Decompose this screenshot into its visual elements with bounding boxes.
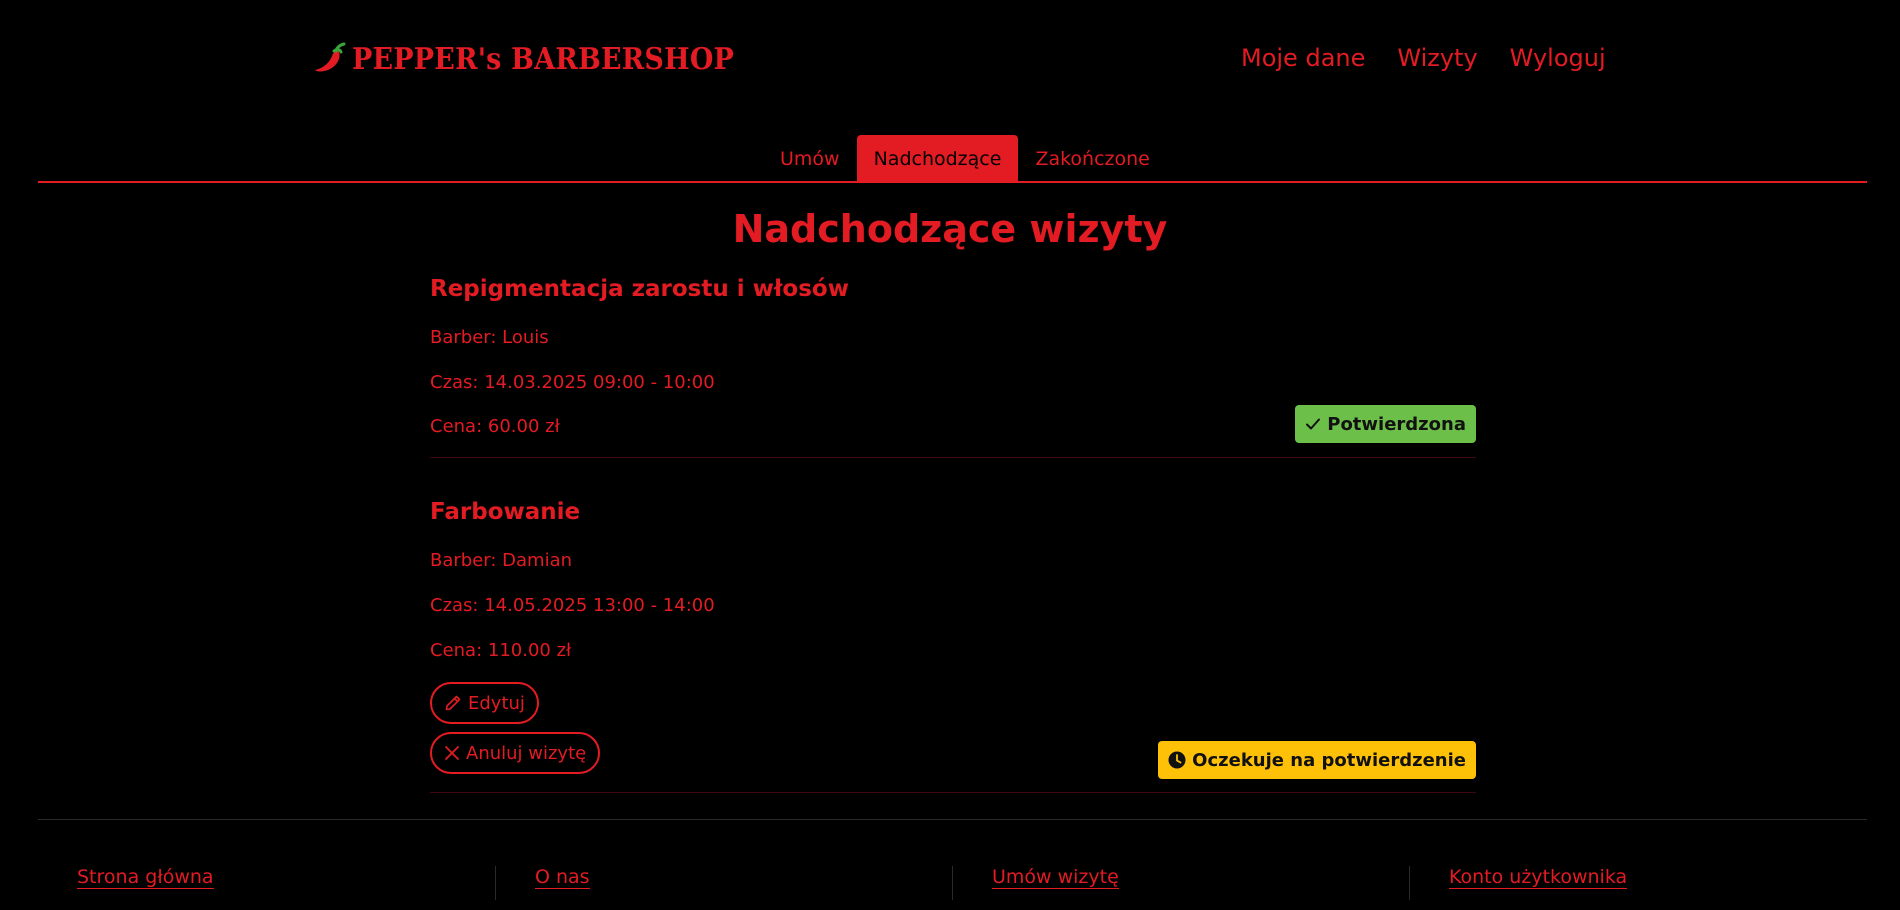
footer-link-home[interactable]: Strona główna	[77, 866, 214, 889]
appointment-card: Repigmentacja zarostu i włosów Barber: L…	[430, 276, 1476, 459]
footer-column: O nas	[495, 866, 952, 900]
tab-finished[interactable]: Zakończone	[1018, 135, 1166, 181]
appointment-price: Cena: 110.00 zł	[430, 640, 572, 661]
status-badge: Potwierdzona	[1295, 405, 1476, 443]
footer-column: Umów wizytę	[952, 866, 1409, 900]
nav-appointments[interactable]: Wizyty	[1397, 44, 1477, 72]
status-label: Potwierdzona	[1327, 413, 1466, 435]
footer-link-about[interactable]: O nas	[535, 866, 590, 889]
footer-link-account[interactable]: Konto użytkownika	[1449, 866, 1628, 889]
brand-logo[interactable]: PEPPER's BARBERSHOP	[312, 42, 734, 76]
nav-my-data[interactable]: Moje dane	[1241, 44, 1365, 72]
cancel-appointment-button[interactable]: Anuluj wizytę	[430, 732, 601, 774]
check-icon	[1306, 418, 1321, 430]
tab-upcoming[interactable]: Nadchodzące	[856, 135, 1019, 181]
appointment-barber: Barber: Louis	[430, 327, 549, 348]
appointment-service: Repigmentacja zarostu i włosów	[430, 276, 849, 302]
footer: Strona główna O nas Umów wizytę Konto uż…	[38, 866, 1867, 900]
appointment-barber: Barber: Damian	[430, 550, 573, 571]
footer-link-book[interactable]: Umów wizytę	[992, 866, 1119, 889]
status-label: Oczekuje na potwierdzenie	[1192, 749, 1466, 771]
appointment-card: Farbowanie Barber: Damian Czas: 14.05.20…	[430, 499, 1476, 795]
nav-logout[interactable]: Wyloguj	[1510, 44, 1606, 72]
footer-column: Strona główna	[38, 866, 495, 900]
tabs-divider	[38, 181, 1867, 183]
pencil-icon	[445, 695, 461, 711]
footer-divider	[38, 819, 1867, 820]
status-badge: Oczekuje na potwierdzenie	[1158, 741, 1476, 779]
chili-pepper-icon	[315, 42, 346, 72]
page-title: Nadchodzące wizyty	[732, 207, 1168, 251]
appointment-separator	[430, 792, 1476, 793]
top-nav: Moje dane Wizyty Wyloguj	[1241, 44, 1606, 72]
appointment-time: Czas: 14.05.2025 13:00 - 14:00	[430, 595, 715, 616]
appointment-time: Czas: 14.03.2025 09:00 - 10:00	[430, 372, 715, 393]
footer-column: Konto użytkownika	[1409, 866, 1866, 900]
clock-icon	[1168, 751, 1186, 769]
cancel-label: Anuluj wizytę	[466, 742, 587, 764]
close-icon	[445, 746, 459, 760]
appointment-service: Farbowanie	[430, 499, 581, 525]
appointment-tabs: Umów Nadchodzące Zakończone	[763, 135, 1167, 181]
edit-appointment-button[interactable]: Edytuj	[430, 682, 539, 724]
edit-label: Edytuj	[468, 692, 525, 714]
brand-name: PEPPER's BARBERSHOP	[352, 41, 735, 77]
tab-book[interactable]: Umów	[763, 135, 857, 181]
appointment-separator	[430, 457, 1476, 458]
appointment-price: Cena: 60.00 zł	[430, 416, 560, 437]
